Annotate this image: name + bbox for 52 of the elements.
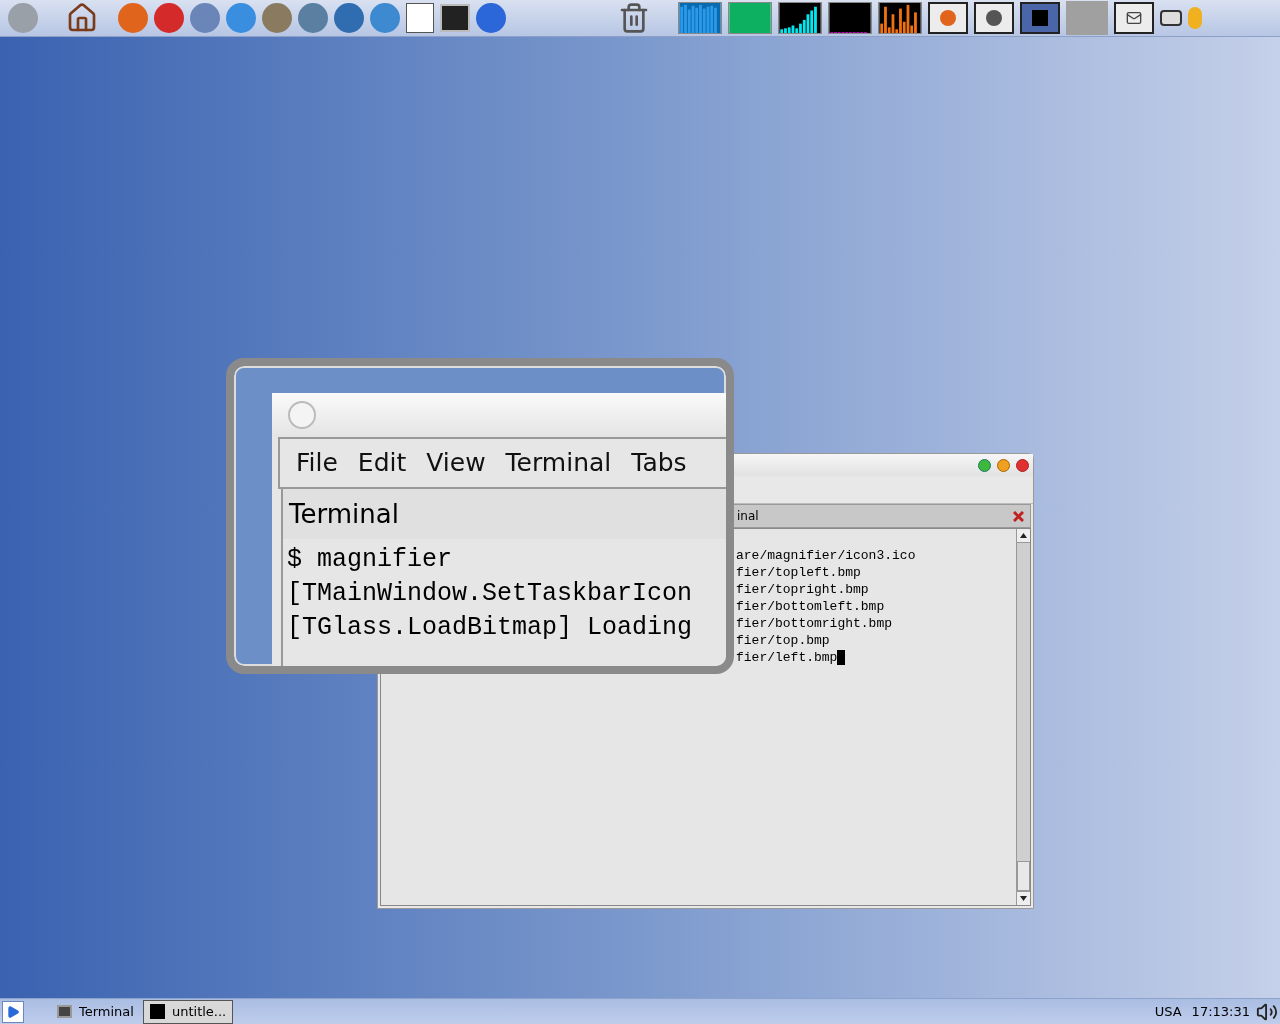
keyboard-layout[interactable]: USA xyxy=(1154,1001,1182,1022)
tab-title[interactable]: inal xyxy=(737,507,759,525)
mail-tray-button[interactable] xyxy=(1114,2,1154,34)
notepad-icon[interactable] xyxy=(406,3,434,33)
menu-item[interactable]: View xyxy=(426,444,486,482)
terminal-line: fier/bottomleft.bmp xyxy=(736,598,885,615)
terminal-line: [TMainWindow.SetTaskbarIcon xyxy=(287,578,694,610)
scroll-down-button[interactable] xyxy=(1017,891,1030,905)
screen-icon[interactable] xyxy=(1160,10,1182,26)
clock: 17:13:31 xyxy=(1191,1002,1250,1021)
terminal-line: fier/left.bmp xyxy=(736,649,838,666)
browser-tray-button[interactable] xyxy=(928,2,968,34)
terminal-line: fier/topright.bmp xyxy=(736,581,869,598)
disk-graph xyxy=(878,2,922,34)
task-button[interactable]: untitle... xyxy=(142,999,234,1024)
terminal-line: fier/top.bmp xyxy=(736,632,830,649)
text-cursor xyxy=(837,650,846,665)
menu-item[interactable]: Terminal xyxy=(505,444,612,482)
terminal-line: [TGlass.LoadBitmap] Loading xyxy=(287,612,694,644)
terminal-line: are/magnifier/icon3.ico xyxy=(736,547,916,564)
scrollbar[interactable] xyxy=(1016,529,1030,905)
window-thumbnail-icon xyxy=(149,1004,165,1019)
menu-item[interactable]: File xyxy=(296,444,338,482)
task-button[interactable]: Terminal xyxy=(50,999,141,1024)
home-icon[interactable] xyxy=(66,2,98,34)
memory-graph xyxy=(728,2,772,34)
menu-item[interactable]: Edit xyxy=(357,444,407,482)
tux-tray-button[interactable] xyxy=(974,2,1014,34)
terminal-line: fier/topleft.bmp xyxy=(736,564,861,581)
close-button[interactable] xyxy=(1016,458,1029,472)
scroll-up-button[interactable] xyxy=(1017,529,1030,543)
maximize-button[interactable] xyxy=(978,458,991,472)
network-graph xyxy=(778,2,822,34)
terminal-line: fier/bottomright.bmp xyxy=(736,615,893,632)
window-thumbnail-icon xyxy=(1032,10,1048,26)
mail-icon xyxy=(1126,10,1142,26)
cpu-graph xyxy=(678,2,722,34)
down-arrow-icon xyxy=(1020,896,1027,901)
scroll-thumb[interactable] xyxy=(1017,861,1030,891)
window-tray-button[interactable] xyxy=(1020,2,1060,34)
trash-icon[interactable] xyxy=(618,2,650,34)
menu-item[interactable]: Tabs xyxy=(631,444,687,482)
terminal-icon xyxy=(57,1005,72,1018)
up-arrow-icon xyxy=(1020,533,1027,538)
minimize-button[interactable] xyxy=(997,458,1010,472)
close-tab-icon[interactable] xyxy=(1013,510,1024,522)
menu-launcher-button[interactable] xyxy=(2,1000,24,1023)
tab-title[interactable]: Terminal xyxy=(289,494,399,534)
terminal-icon[interactable] xyxy=(440,4,470,32)
play-icon xyxy=(6,1004,20,1019)
load-graph xyxy=(828,2,872,34)
terminal-line: $ magnifier xyxy=(287,544,454,576)
